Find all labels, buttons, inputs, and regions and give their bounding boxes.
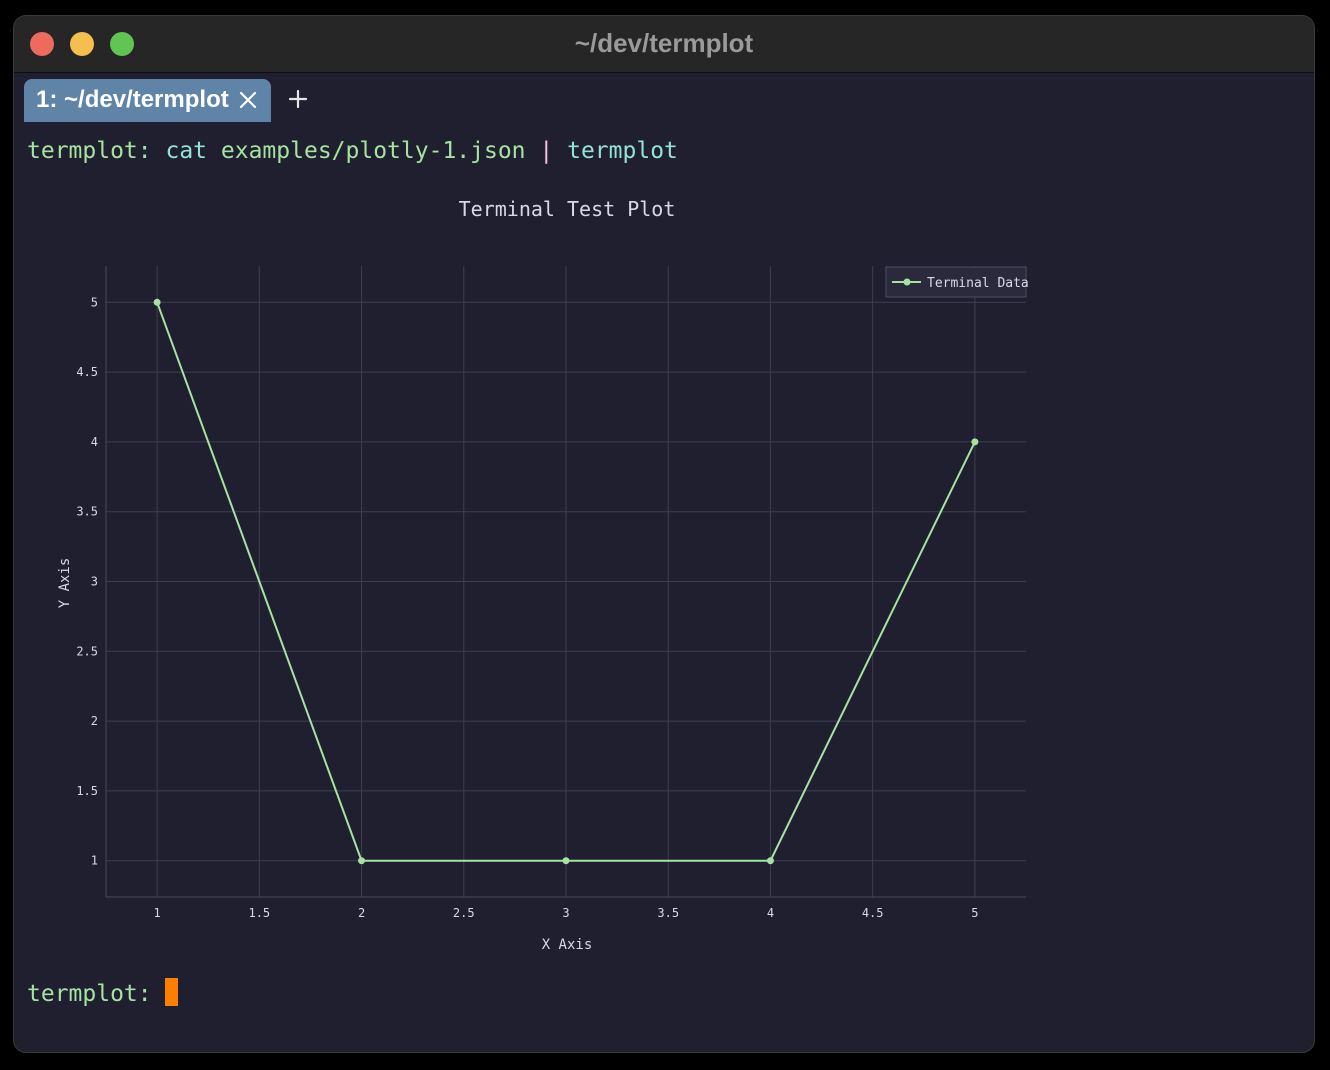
data-point (153, 298, 161, 306)
y-tick-label: 4 (91, 435, 98, 449)
y-tick-label: 3.5 (76, 505, 98, 519)
x-tick-label: 4 (767, 906, 774, 920)
plot-axes: 1 1.5 2 2.5 3 3.5 4 4.5 5 1 1.5 2 2.5 3 3.5 4 4.5 5 (76, 266, 1026, 920)
x-tick-label: 1 (153, 906, 160, 920)
plot-chart: Terminal Test Plot 1 1.5 2 2.5 3 3.5 4 4.5 5 1 1.5… (57, 197, 1029, 953)
y-tick-label: 5 (91, 295, 98, 309)
x-tick-label: 5 (971, 906, 978, 920)
y-tick-label: 1.5 (76, 784, 98, 798)
prompt-line: termplot: (27, 978, 179, 1007)
data-point (358, 857, 366, 865)
y-tick-label: 1 (91, 854, 98, 868)
y-tick-label: 2.5 (76, 644, 98, 658)
y-tick-label: 2 (91, 714, 98, 728)
x-axis-label: X Axis (542, 937, 593, 953)
y-tick-label: 4.5 (76, 365, 98, 379)
text-cursor (165, 978, 179, 1006)
x-tick-label: 2.5 (453, 906, 475, 920)
x-tick-label: 3 (562, 906, 569, 920)
chart-title: Terminal Test Plot (459, 197, 676, 221)
x-tick-label: 1.5 (248, 906, 270, 920)
data-point (562, 857, 570, 865)
x-tick-label: 4.5 (862, 906, 884, 920)
prompt-label-2: termplot: (27, 981, 152, 1007)
legend: Terminal Data (885, 266, 1029, 298)
legend-label: Terminal Data (927, 276, 1029, 291)
x-tick-label: 3.5 (657, 906, 679, 920)
data-point (766, 857, 774, 865)
x-tick-label: 2 (358, 906, 365, 920)
y-tick-label: 3 (91, 575, 98, 589)
y-axis-label: Y Axis (57, 558, 73, 609)
terminal-window: ~/dev/termplot 1: ~/dev/termplot termplo… (14, 16, 1314, 1052)
legend-marker-swatch (903, 278, 911, 286)
plot-grid (106, 266, 1026, 897)
data-point (971, 438, 979, 446)
